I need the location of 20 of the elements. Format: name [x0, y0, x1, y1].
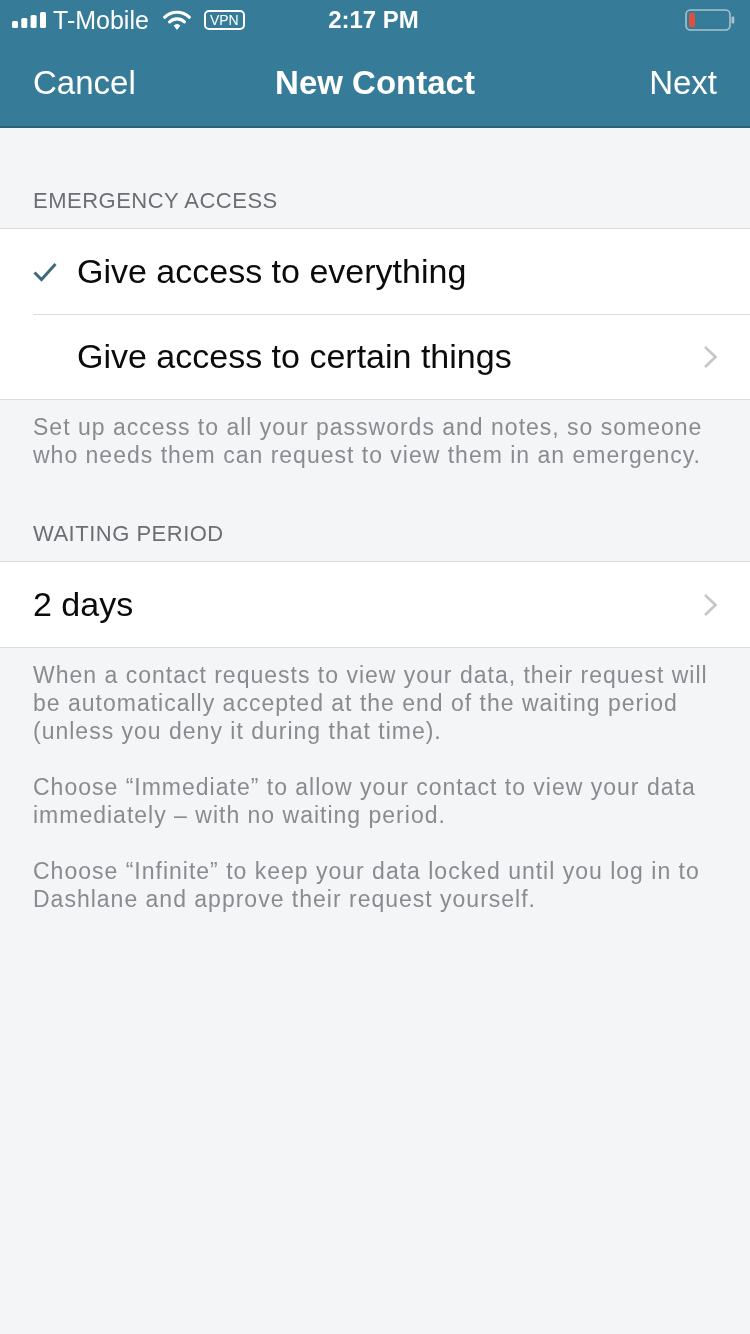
cancel-button[interactable]: Cancel [33, 63, 136, 103]
footer-note: Choose “Immediate” to allow your contact to view your data immediately – with no waiting period. [33, 773, 697, 829]
chevron-icon [703, 592, 718, 617]
signal-icon [12, 12, 46, 28]
carrier-name: T-Mobile [53, 5, 149, 35]
screen-title: New Contact [275, 63, 475, 103]
next-button[interactable]: Next [649, 63, 717, 103]
footer-note: Set up access to all your passwords and notes, so someone who needs them can request to view them in an emergency. [33, 413, 704, 469]
vpn-indicator: VPN [203, 10, 245, 30]
list-row[interactable]: Give access to certain things [0, 314, 750, 399]
footer-note: Choose “Infinite” to keep your data locked until you log in to Dashlane and approve their request yourself. [33, 857, 701, 913]
clock-time: 2:17 PM [328, 5, 419, 35]
battery-icon [685, 9, 735, 31]
list-row[interactable]: 2 days [0, 562, 750, 647]
wifi-icon [162, 10, 191, 30]
section-header: EMERGENCY ACCESS [32, 187, 279, 215]
chevron-icon [703, 344, 718, 369]
list-row[interactable]: Give access to everything [0, 229, 750, 314]
section-header: WAITING PERIOD [32, 520, 225, 548]
footer-note: When a contact requests to view your data, their request will be automatically accepted at the end of the waiting period (unless you deny it during that time). [33, 661, 709, 745]
